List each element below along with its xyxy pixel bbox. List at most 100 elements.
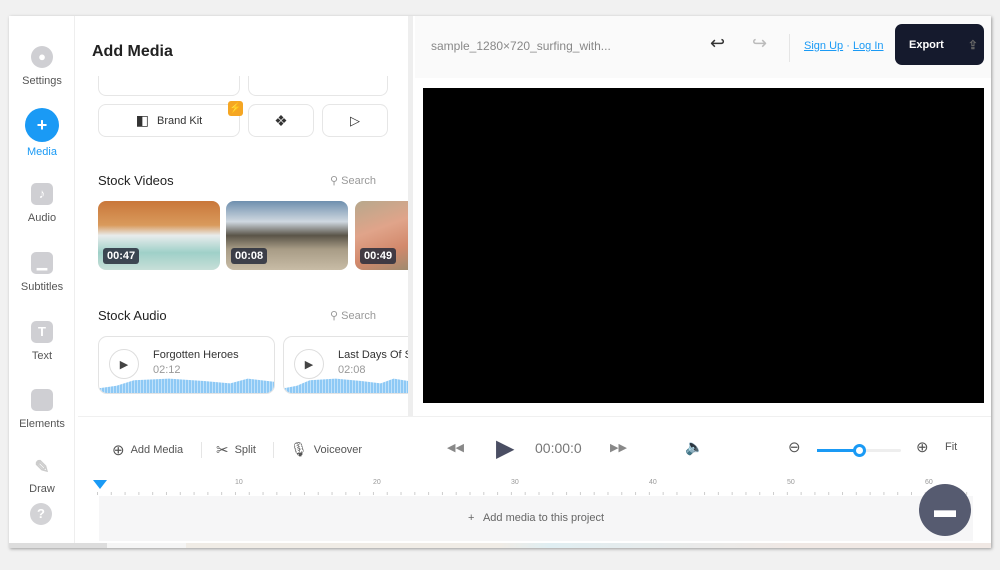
play-icon[interactable]: ▶ <box>109 349 139 379</box>
upload-option[interactable] <box>98 76 240 96</box>
tick-label: 30 <box>511 479 519 486</box>
video-thumbnail[interactable]: 00:49 <box>355 201 413 270</box>
zoom-out-icon[interactable]: ⊖ <box>788 438 801 456</box>
tick-label: 40 <box>649 479 657 486</box>
stock-videos-search[interactable]: ⚲ Search <box>330 174 376 187</box>
divider <box>789 34 790 62</box>
duration-badge: 00:47 <box>103 248 140 264</box>
split-label: Split <box>234 444 256 456</box>
sidebar-label: Audio <box>27 212 57 224</box>
sidebar-item-text[interactable]: T Text <box>9 321 75 362</box>
sidebar-label: Media <box>27 146 57 158</box>
video-thumbnail[interactable]: 00:47 <box>98 201 220 270</box>
playhead[interactable] <box>93 480 107 489</box>
zoom-slider[interactable] <box>817 444 901 457</box>
audio-track-card[interactable]: ▶ Last Days Of S 02:08 <box>283 336 413 394</box>
stock-audio-search[interactable]: ⚲ Search <box>330 309 376 322</box>
video-thumbnail[interactable]: 00:08 <box>226 201 348 270</box>
zoom-in-icon[interactable]: ⊕ <box>916 438 929 456</box>
panel-title: Add Media <box>92 43 173 60</box>
divider <box>273 442 274 458</box>
upload-icon: ⇪ <box>967 37 978 52</box>
search-label: Search <box>341 175 376 187</box>
audio-track-card[interactable]: ▶ Forgotten Heroes 02:12 <box>98 336 275 394</box>
redo-icon[interactable]: ↪ <box>752 33 767 54</box>
play-icon[interactable]: ▶ <box>496 434 514 463</box>
voiceover-button[interactable]: 🎙 Voiceover <box>290 441 362 458</box>
fast-forward-icon[interactable]: ▶▶ <box>610 441 627 454</box>
duration-badge: 00:08 <box>231 248 268 264</box>
tick-label: 60 <box>925 479 933 486</box>
microphone-icon: 🎙 <box>290 441 308 457</box>
export-label: Export <box>909 38 944 51</box>
chat-icon[interactable]: ▬ <box>919 484 971 536</box>
text-icon: T <box>31 321 53 343</box>
add-media-panel: Add Media ◧ Brand Kit ⚡ ❖ ▷ Stock Videos … <box>78 16 413 416</box>
brand-kit-label: Brand Kit <box>156 114 203 127</box>
audio-title: Forgotten Heroes <box>153 349 239 361</box>
elements-icon <box>31 389 53 411</box>
plus-circle-icon: ⊕ <box>112 442 125 459</box>
play-icon[interactable]: ▶ <box>294 349 324 379</box>
add-media-label: Add Media <box>130 444 184 456</box>
sidebar-label: Subtitles <box>20 281 64 293</box>
sidebar-item-media[interactable]: + Media <box>9 108 75 158</box>
add-media-button[interactable]: ⊕ Add Media <box>112 441 183 459</box>
brand-kit-button[interactable]: ◧ Brand Kit <box>98 104 240 137</box>
waveform <box>99 378 274 393</box>
sidebar-item-audio[interactable]: ♪ Audio <box>9 183 75 224</box>
split-button[interactable]: ✂ Split <box>216 441 256 459</box>
sidebar-item-elements[interactable]: Elements <box>9 389 75 430</box>
audio-title: Last Days Of S <box>338 349 412 361</box>
sidebar-label: Elements <box>19 418 65 430</box>
tick-label: 10 <box>235 479 243 486</box>
audio-duration: 02:12 <box>153 364 181 376</box>
log-in-link[interactable]: Log In <box>853 40 884 52</box>
editor-window: ● Settings + Media ♪ Audio ▁ Subtitles T Text… <box>9 16 991 548</box>
divider <box>201 442 202 458</box>
sidebar-label: Text <box>31 350 53 362</box>
undo-icon[interactable]: ↩ <box>710 33 725 54</box>
sidebar-item-draw[interactable]: ✎ Draw <box>9 456 75 495</box>
sidebar: ● Settings + Media ♪ Audio ▁ Subtitles T Text… <box>9 16 75 548</box>
separator: · <box>846 40 850 52</box>
sidebar-item-settings[interactable]: ● Settings <box>9 46 75 87</box>
sidebar-label: Settings <box>22 75 62 87</box>
help-icon[interactable]: ? <box>30 503 52 525</box>
header: sample_1280×720_surfing_with... ↩ ↪ Sign… <box>415 16 991 78</box>
stock-videos-title: Stock Videos <box>98 173 174 188</box>
lightning-badge-icon: ⚡ <box>228 101 243 116</box>
subtitles-icon: ▁ <box>31 252 53 274</box>
stock-audio-title: Stock Audio <box>98 308 167 323</box>
file-name[interactable]: sample_1280×720_surfing_with... <box>431 39 611 53</box>
empty-track-label: Add media to this project <box>482 512 605 524</box>
timeline-ruler[interactable] <box>97 478 977 496</box>
horizontal-scrollbar[interactable] <box>9 543 991 548</box>
upload-option[interactable] <box>248 76 388 96</box>
timeline-track[interactable]: + Add media to this project <box>99 496 973 541</box>
music-icon: ♪ <box>31 183 53 205</box>
export-button[interactable]: Export ⇪ <box>895 24 984 65</box>
tick-label: 50 <box>787 479 795 486</box>
rewind-icon[interactable]: ◀◀ <box>447 441 464 454</box>
youtube-button[interactable]: ▷ <box>322 104 388 137</box>
scissors-icon: ✂ <box>216 442 229 459</box>
pencil-icon: ✎ <box>34 457 50 477</box>
fit-button[interactable]: Fit <box>945 441 957 453</box>
current-time: 00:00:0 <box>535 440 582 456</box>
voiceover-label: Voiceover <box>313 443 363 456</box>
gear-icon: ● <box>31 46 53 68</box>
panel-scrollbar[interactable] <box>408 16 413 416</box>
brand-kit-icon: ◧ <box>135 112 149 128</box>
video-preview[interactable] <box>423 88 984 403</box>
tick-label: 20 <box>373 479 381 486</box>
plus-icon: + <box>25 108 59 142</box>
sidebar-item-subtitles[interactable]: ▁ Subtitles <box>9 252 75 293</box>
sidebar-label: Draw <box>29 483 55 495</box>
sign-up-link[interactable]: Sign Up <box>804 40 843 52</box>
search-icon: ⚲ <box>330 310 342 322</box>
dropbox-icon: ❖ <box>274 112 288 130</box>
waveform <box>284 378 413 393</box>
volume-icon[interactable]: 🔈 <box>685 438 704 456</box>
dropbox-button[interactable]: ❖ <box>248 104 314 137</box>
